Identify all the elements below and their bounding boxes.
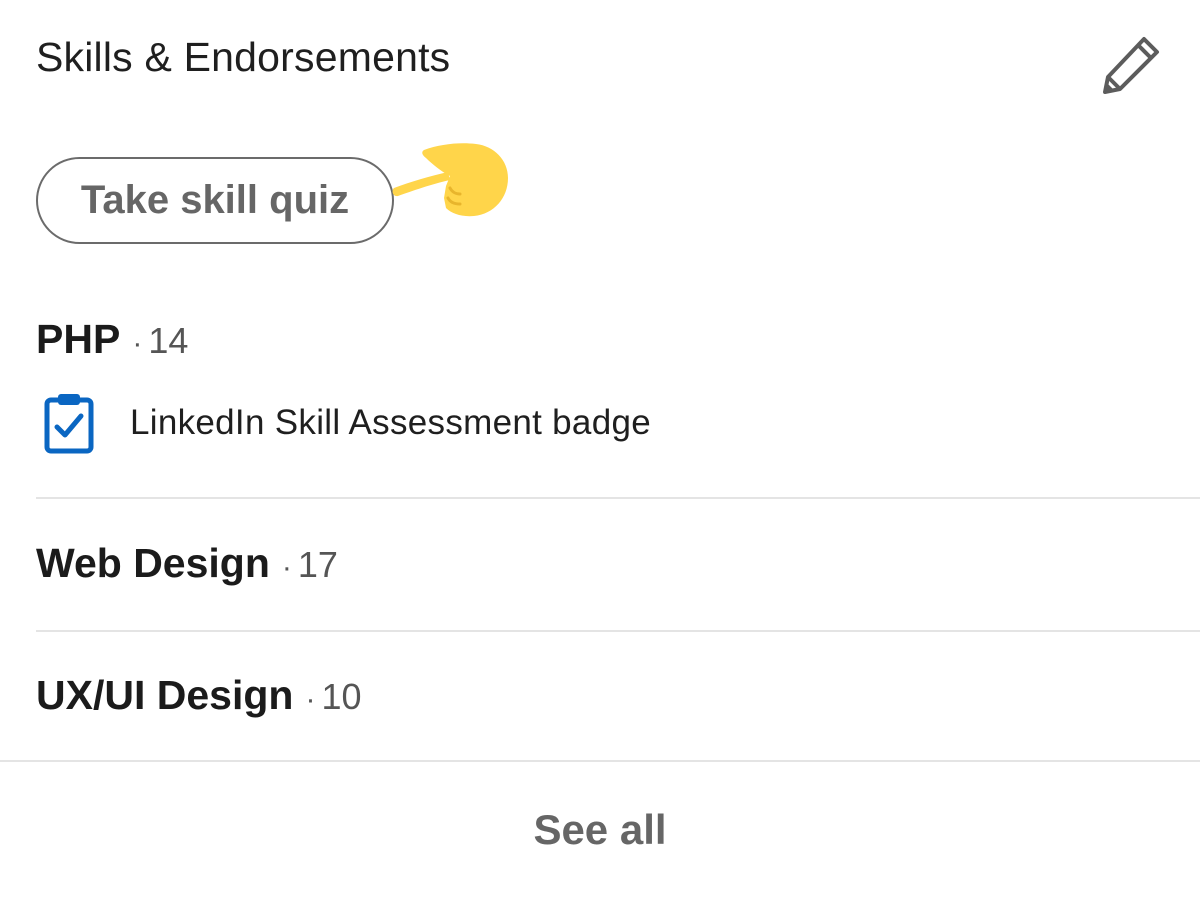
endorsement-count: 14 [148,320,189,361]
skill-item-web-design[interactable]: Web Design · 17 [36,540,338,587]
skill-item-ux-ui-design[interactable]: UX/UI Design · 10 [36,672,361,719]
separator: · [281,551,292,584]
pointing-hand-icon [392,143,508,217]
divider [36,497,1200,499]
skill-name: UX/UI Design [36,672,294,718]
separator: · [132,327,143,360]
section-header: Skills & Endorsements [36,30,1200,90]
endorsement-count: 10 [321,676,362,717]
divider [36,630,1200,632]
badge-label: LinkedIn Skill Assessment badge [130,403,651,442]
pencil-icon [1103,37,1159,94]
see-all-button[interactable]: See all [0,762,1200,897]
skill-name: PHP [36,316,121,362]
section-title: Skills & Endorsements [36,34,451,80]
separator: · [305,683,316,716]
skills-endorsements-card: Skills & Endorsements Take skill quiz PH… [0,0,1200,897]
clipboard-check-icon [44,394,94,454]
skill-assessment-badge[interactable]: LinkedIn Skill Assessment badge [44,392,651,454]
take-skill-quiz-button[interactable]: Take skill quiz [36,157,394,244]
endorsement-count: 17 [297,544,338,585]
edit-button[interactable] [1098,32,1164,98]
skill-item-php[interactable]: PHP · 14 [36,316,188,363]
skill-name: Web Design [36,540,270,586]
